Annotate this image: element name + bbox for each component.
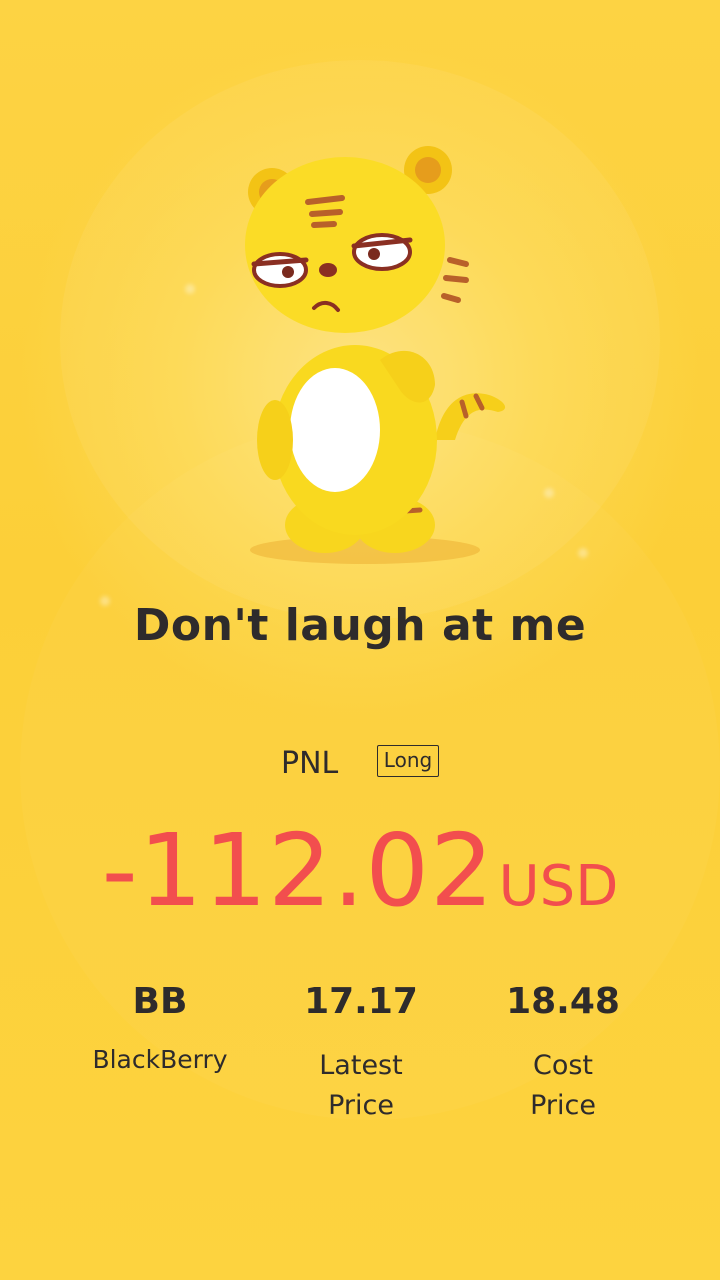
sparkle — [544, 488, 554, 498]
tiger-mascot-icon — [230, 140, 520, 570]
pnl-label: PNL — [281, 746, 339, 781]
latest-price-label-line2: Price — [328, 1090, 394, 1121]
stock-name: BlackBerry — [92, 1045, 228, 1074]
stat-cost-price: 18.48 Cost Price — [463, 978, 663, 1126]
pnl-header: PNL Long — [0, 740, 720, 790]
pnl-unit: USD — [498, 854, 619, 919]
pnl-amount: -112.02 — [101, 812, 495, 929]
latest-price-label-line1: Latest — [319, 1050, 403, 1081]
position-side-badge: Long — [377, 745, 439, 777]
sparkle — [578, 548, 588, 558]
stat-latest-price: 17.17 Latest Price — [261, 978, 461, 1126]
stat-symbol: BB BlackBerry — [60, 978, 260, 1080]
latest-price-value: 17.17 — [304, 981, 418, 1022]
cost-price-label-line2: Price — [530, 1090, 596, 1121]
cost-price-label: Cost Price — [463, 1046, 663, 1126]
headline: Don't laugh at me — [133, 600, 587, 651]
pnl-value: -112.02USD — [0, 812, 720, 929]
sparkle — [185, 284, 195, 294]
cost-price-label-line1: Cost — [532, 1050, 594, 1081]
latest-price-label: Latest Price — [261, 1046, 461, 1126]
stock-symbol: BB — [132, 981, 188, 1022]
cost-price-value: 18.48 — [506, 981, 620, 1022]
